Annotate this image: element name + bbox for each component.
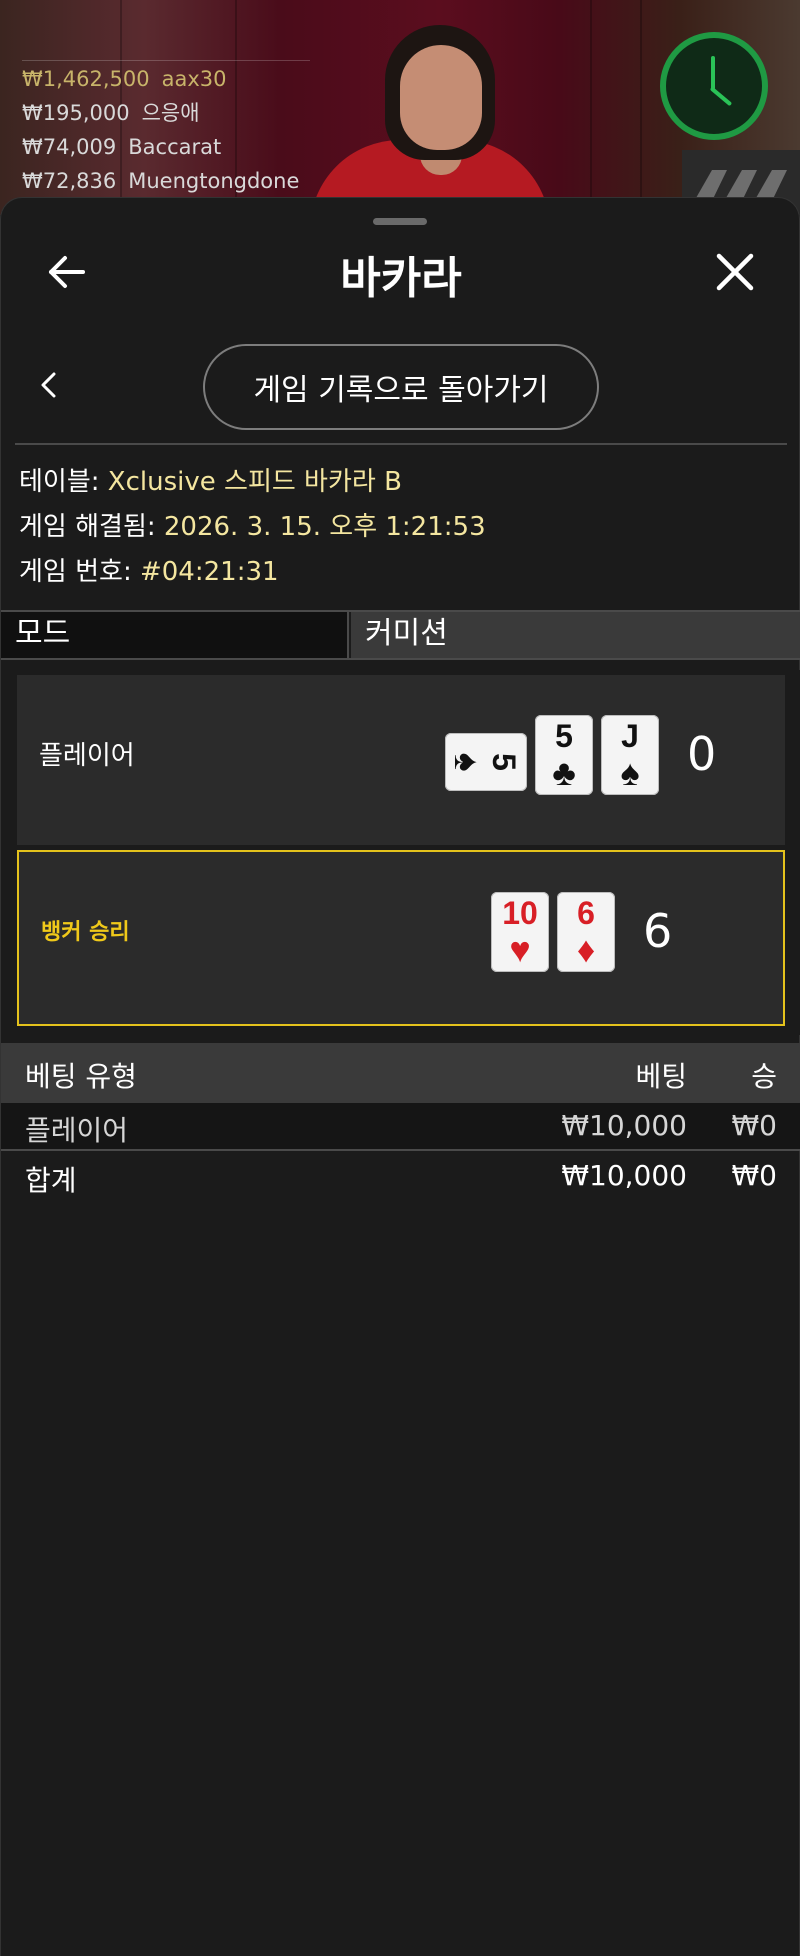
leaderboard-amount: ₩74,009 bbox=[22, 135, 117, 159]
leaderboard-name: Baccarat bbox=[128, 135, 222, 159]
table-value: Xclusive 스피드 바카라 B bbox=[107, 467, 402, 497]
table-row: 플레이어 ₩10,000 ₩0 bbox=[1, 1103, 800, 1151]
game-number-label: 게임 번호: bbox=[19, 557, 132, 587]
card-rank: 5 bbox=[486, 753, 522, 771]
page-title: 바카라 bbox=[340, 253, 462, 304]
table-label: 테이블: bbox=[19, 467, 100, 497]
player-card: 5 ♣ bbox=[535, 715, 593, 795]
card-rank: 5 bbox=[555, 718, 573, 754]
round-timer-icon bbox=[660, 32, 768, 140]
resolved-info-row: 게임 해결됨: 2026. 3. 15. 오후 1:21:53 bbox=[19, 505, 486, 550]
spade-icon: ♠ bbox=[620, 752, 640, 793]
player-score: 0 bbox=[687, 727, 717, 781]
live-video-background: ₩1,462,500 aax30 ₩195,000 으응애 ₩74,009 Ba… bbox=[0, 0, 800, 215]
winners-leaderboard: ₩1,462,500 aax30 ₩195,000 으응애 ₩74,009 Ba… bbox=[22, 60, 310, 198]
player-card: J ♠ bbox=[601, 715, 659, 795]
bets-table-header: 베팅 유형 베팅 승 bbox=[1, 1043, 800, 1103]
player-label: 플레이어 bbox=[39, 741, 135, 771]
divider bbox=[15, 443, 787, 445]
total-row: 합계 ₩10,000 ₩0 bbox=[1, 1153, 800, 1201]
leaderboard-name: 으응애 bbox=[141, 101, 200, 125]
bet-type-cell: 플레이어 bbox=[25, 1114, 129, 1147]
mode-row: 모드 커미션 bbox=[1, 610, 800, 660]
card-rank: 10 bbox=[502, 895, 538, 931]
leaderboard-row: ₩1,462,500 aax30 bbox=[22, 62, 299, 96]
game-history-panel: 바카라 게임 기록으로 돌아가기 테이블: Xclusive 스피드 바카라 B… bbox=[0, 197, 800, 1956]
chevron-left-icon[interactable] bbox=[37, 370, 61, 400]
banker-score: 6 bbox=[643, 904, 673, 958]
drag-handle[interactable] bbox=[373, 218, 427, 225]
leaderboard-row: ₩72,836 Muengtongdone bbox=[22, 164, 299, 198]
spade-icon: ♠ bbox=[447, 752, 488, 772]
leaderboard-row: ₩74,009 Baccarat bbox=[22, 130, 299, 164]
game-info: 테이블: Xclusive 스피드 바카라 B 게임 해결됨: 2026. 3.… bbox=[19, 460, 486, 595]
leaderboard-amount: ₩195,000 bbox=[22, 101, 130, 125]
club-icon: ♣ bbox=[552, 752, 576, 793]
game-number-value: #04:21:31 bbox=[139, 557, 279, 587]
banker-win-label: 뱅커 승리 bbox=[41, 920, 130, 945]
player-card: 5 ♠ bbox=[445, 733, 527, 791]
mode-value: 커미션 bbox=[351, 612, 800, 658]
round-result: 플레이어 5 ♠ 5 ♣ J ♠ 0 뱅커 승리 10 ♥ 6 ♦ 6 bbox=[1, 670, 800, 1035]
bet-type-header: 베팅 유형 bbox=[25, 1060, 137, 1093]
mode-label: 모드 bbox=[1, 612, 349, 658]
win-amount-header: 승 bbox=[751, 1060, 777, 1093]
player-hand: 플레이어 5 ♠ 5 ♣ J ♠ 0 bbox=[17, 675, 785, 845]
total-label: 합계 bbox=[25, 1164, 77, 1197]
panel-header: 바카라 bbox=[1, 238, 800, 308]
card-rank: J bbox=[621, 718, 639, 754]
banker-card: 6 ♦ bbox=[557, 892, 615, 972]
return-to-history-button[interactable]: 게임 기록으로 돌아가기 bbox=[203, 344, 599, 430]
banker-hand: 뱅커 승리 10 ♥ 6 ♦ 6 bbox=[17, 850, 785, 1026]
close-icon[interactable] bbox=[713, 250, 757, 294]
card-rank: 6 bbox=[577, 895, 595, 931]
win-amount-cell: ₩0 bbox=[731, 1109, 778, 1142]
resolved-value: 2026. 3. 15. 오후 1:21:53 bbox=[163, 512, 486, 542]
leaderboard-name: Muengtongdone bbox=[128, 169, 300, 193]
heart-icon: ♥ bbox=[509, 929, 531, 970]
banker-card: 10 ♥ bbox=[491, 892, 549, 972]
leaderboard-amount: ₩1,462,500 bbox=[22, 67, 150, 91]
leaderboard-name: aax30 bbox=[161, 67, 227, 91]
resolved-label: 게임 해결됨: bbox=[19, 512, 156, 542]
bet-amount-header: 베팅 bbox=[635, 1060, 687, 1093]
dealer-video bbox=[300, 25, 550, 215]
total-win-cell: ₩0 bbox=[731, 1159, 778, 1192]
table-info-row: 테이블: Xclusive 스피드 바카라 B bbox=[19, 460, 486, 505]
bet-amount-cell: ₩10,000 bbox=[561, 1109, 687, 1142]
leaderboard-row: ₩195,000 으응애 bbox=[22, 96, 299, 130]
total-bet-cell: ₩10,000 bbox=[561, 1159, 687, 1192]
diamond-icon: ♦ bbox=[576, 929, 596, 970]
leaderboard-amount: ₩72,836 bbox=[22, 169, 117, 193]
game-number-row: 게임 번호: #04:21:31 bbox=[19, 550, 486, 595]
